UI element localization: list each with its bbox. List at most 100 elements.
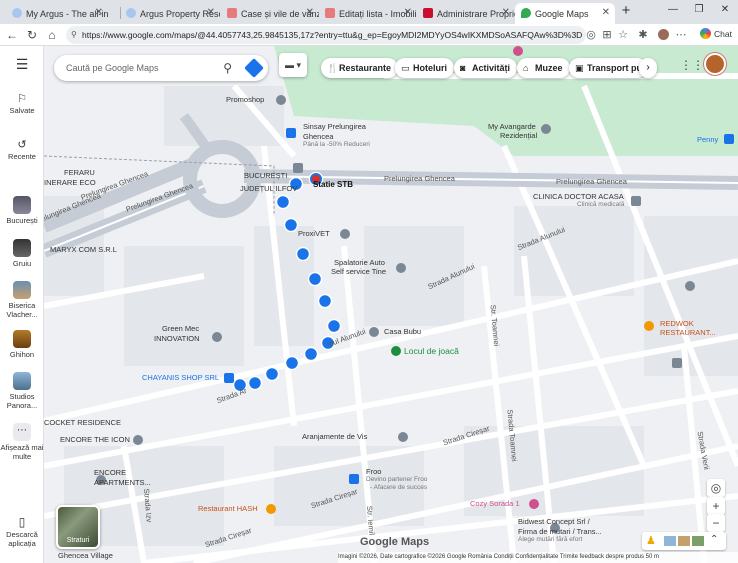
place-pin[interactable] — [529, 499, 539, 509]
map-label[interactable]: COCKET RESIDENCE — [44, 418, 121, 427]
recent-place-ghihon[interactable]: Ghihon — [0, 330, 44, 359]
minimize-icon[interactable]: — — [664, 4, 682, 20]
close-tab-icon[interactable]: ✕ — [207, 7, 215, 18]
browser-tab[interactable]: Case și vile de vânzar ✕ — [221, 3, 319, 24]
place-pin[interactable] — [541, 124, 551, 134]
site-info-icon[interactable]: ⚲ — [71, 26, 77, 44]
close-tab-icon[interactable]: ✕ — [502, 7, 510, 18]
browser-tab[interactable]: Argus Property Reso ✕ — [120, 3, 220, 24]
shopping-pin[interactable] — [724, 134, 734, 144]
menu-button[interactable]: ☰ — [0, 57, 44, 71]
favorite-star-icon[interactable]: ☆ — [616, 27, 630, 43]
download-app-button[interactable]: ▯ Descarcă aplicația — [0, 514, 44, 548]
map-label[interactable]: Locul de joacă — [404, 346, 459, 356]
shopping-pin[interactable] — [286, 128, 296, 138]
avatar[interactable] — [704, 53, 726, 75]
shopping-pin[interactable] — [349, 474, 359, 484]
chip-museums[interactable]: ⌂ Muzee — [517, 58, 570, 78]
recent-button[interactable]: ↺ Recente — [0, 138, 44, 161]
place-pin[interactable] — [293, 163, 303, 173]
map-canvas[interactable]: Promoshop Sinsay Prelungirea Ghencea Pân… — [44, 46, 738, 563]
browser-tab[interactable]: Administrare Propriet ✕ — [417, 3, 515, 24]
expand-icon[interactable]: ⌃ — [710, 534, 718, 545]
recent-place-bucuresti[interactable]: București — [0, 196, 44, 225]
chat-button[interactable]: Chat — [700, 28, 732, 39]
map-label[interactable]: ENCORE THE ICON — [60, 435, 130, 444]
street-view-strip[interactable]: ♟ ⌃ — [642, 532, 726, 550]
map-label[interactable]: Froo — [366, 467, 381, 476]
chips-scroll-right-button[interactable]: › — [639, 58, 657, 78]
playground-pin[interactable] — [391, 346, 401, 356]
close-tab-icon[interactable]: ✕ — [602, 7, 610, 18]
address-bar[interactable]: ⚲ https://www.google.com/maps/@44.405774… — [66, 26, 586, 44]
back-icon[interactable]: ← — [4, 27, 20, 43]
imagery-thumbnail[interactable] — [678, 536, 690, 546]
chip-restaurants[interactable]: 🍴 Restaurante — [321, 58, 399, 78]
map-label[interactable]: Bidwest Concept Srl / — [518, 517, 590, 526]
place-pin[interactable] — [685, 281, 695, 291]
map-label[interactable]: CLINICA DOCTOR ACASA — [533, 192, 624, 201]
chip-activities[interactable]: ◙ Activități — [454, 58, 518, 78]
browser-tab[interactable]: Editați lista - Imobili ✕ — [319, 3, 417, 24]
recent-place-biserica[interactable]: Biserica Vlacher... — [0, 281, 44, 319]
directions-icon[interactable] — [244, 58, 264, 78]
my-location-button[interactable]: ◎ — [707, 479, 725, 497]
map-label[interactable]: Penny — [697, 135, 718, 144]
browser-tab[interactable]: My Argus - The all-in ✕ — [6, 3, 108, 24]
map-attribution[interactable]: Imagini ©2026, Date cartografice ©2026 G… — [338, 552, 738, 563]
app-install-icon[interactable]: ⊞ — [600, 27, 614, 43]
close-window-icon[interactable]: ✕ — [716, 4, 734, 20]
map-label[interactable]: MARYX COM S.R.L — [50, 245, 117, 254]
new-tab-button[interactable]: + — [618, 3, 634, 19]
saved-button[interactable]: ⚐ Salvate — [0, 92, 44, 115]
close-tab-icon[interactable]: ✕ — [404, 7, 412, 18]
show-more-button[interactable]: ⋯ Afișează mai multe — [0, 423, 44, 461]
pegman-icon[interactable]: ♟ — [646, 534, 656, 547]
transit-layer-toggle[interactable]: ▬ ▾ — [279, 53, 307, 77]
close-tab-icon[interactable]: ✕ — [306, 7, 314, 18]
place-pin[interactable] — [513, 46, 523, 56]
map-label[interactable]: INNOVATION — [154, 334, 200, 343]
map-label[interactable]: CHAYANIS SHOP SRL — [142, 373, 219, 382]
map-label[interactable]: Restaurant HASH — [198, 504, 258, 513]
layers-button[interactable]: Straturi — [56, 505, 100, 549]
map-label[interactable]: Self service Tine — [331, 267, 386, 276]
map-label[interactable]: Sinsay Prelungirea — [303, 122, 366, 131]
recent-place-gruiu[interactable]: Gruiu — [0, 239, 44, 268]
place-pin[interactable] — [340, 229, 350, 239]
map-label[interactable]: Ghencea Village — [58, 551, 113, 560]
place-pin[interactable] — [396, 263, 406, 273]
map-label[interactable]: RESTAURANT... — [660, 328, 716, 337]
place-pin[interactable] — [212, 332, 222, 342]
extensions-icon[interactable]: ✱ — [636, 27, 650, 43]
search-input[interactable]: Caută pe Google Maps ⚲ — [54, 55, 268, 81]
place-pin[interactable] — [369, 327, 379, 337]
map-label[interactable]: Green Mec — [162, 324, 199, 333]
place-pin[interactable] — [398, 432, 408, 442]
restaurant-pin[interactable] — [266, 504, 276, 514]
map-label[interactable]: APARTMENTS... — [94, 478, 151, 487]
reload-icon[interactable]: ↻ — [24, 27, 40, 43]
map-label[interactable]: ENCORE — [94, 468, 126, 477]
map-label[interactable]: Promoshop — [226, 95, 264, 104]
place-pin[interactable] — [276, 95, 286, 105]
bus-stop-label[interactable]: Statie STB — [313, 180, 353, 189]
search-icon[interactable]: ⚲ — [223, 55, 232, 81]
zoom-out-button[interactable]: − — [707, 514, 725, 532]
chip-transit[interactable]: ▣ Transport pub — [569, 58, 647, 78]
zoom-in-button[interactable]: + — [707, 497, 725, 515]
map-label[interactable]: ProxiVET — [298, 229, 330, 238]
shopping-pin[interactable] — [224, 373, 234, 383]
medical-pin[interactable] — [631, 196, 641, 206]
map-label[interactable]: Cozy Sorada 1 — [470, 499, 520, 508]
map-label[interactable]: Spalatorie Auto — [334, 258, 385, 267]
location-permission-icon[interactable]: ◎ — [584, 27, 598, 43]
map-label[interactable]: Ghencea — [303, 132, 333, 141]
map-label[interactable]: INERARE ECO — [44, 178, 96, 187]
place-pin[interactable] — [133, 435, 143, 445]
map-label[interactable]: FERARU — [64, 168, 95, 177]
imagery-thumbnail[interactable] — [692, 536, 704, 546]
browser-tab-active[interactable]: Google Maps ✕ — [515, 3, 615, 24]
map-label[interactable]: Firma de mutari / Trans... — [518, 527, 602, 536]
map-label[interactable]: REDWOK — [660, 319, 694, 328]
